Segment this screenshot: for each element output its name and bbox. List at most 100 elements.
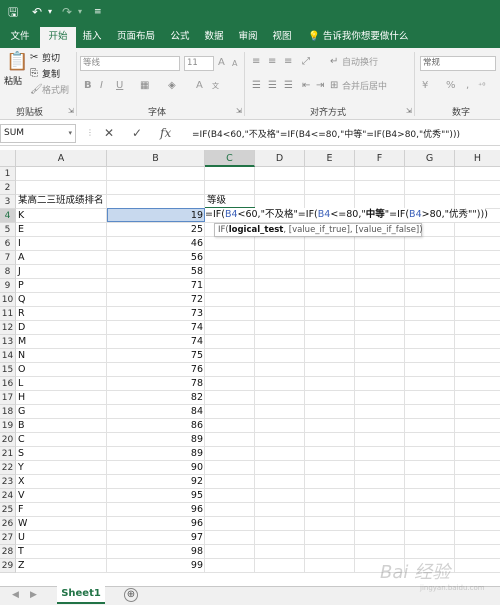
cell-a9[interactable]: P: [18, 279, 24, 293]
cell-b6[interactable]: 46: [107, 237, 203, 251]
row-header-19[interactable]: 19: [0, 419, 16, 433]
insert-function-icon[interactable]: fx: [160, 126, 171, 140]
italic-button[interactable]: I: [100, 80, 103, 92]
cell-a27[interactable]: U: [18, 531, 25, 545]
wrap-text-button[interactable]: 自动换行: [342, 57, 378, 69]
cell-a22[interactable]: Y: [18, 461, 24, 475]
fill-color-icon[interactable]: ◈: [168, 80, 176, 92]
cell-b23[interactable]: 92: [107, 475, 203, 489]
name-box[interactable]: SUM ▾: [0, 124, 76, 143]
cell-a16[interactable]: L: [18, 377, 23, 391]
row-header-6[interactable]: 6: [0, 237, 16, 251]
select-all-corner[interactable]: [0, 150, 16, 167]
cell-a7[interactable]: A: [18, 251, 25, 265]
row-header-8[interactable]: 8: [0, 265, 16, 279]
increase-decimal-icon[interactable]: ⁺⁰: [478, 80, 485, 92]
cell-b7[interactable]: 56: [107, 251, 203, 265]
row-header-18[interactable]: 18: [0, 405, 16, 419]
cell-b5[interactable]: 25: [107, 223, 203, 237]
cell-b17[interactable]: 82: [107, 391, 203, 405]
name-box-dropdown-icon[interactable]: ▾: [68, 125, 72, 142]
redo-icon[interactable]: ↷: [62, 4, 72, 20]
cell-a10[interactable]: Q: [18, 293, 25, 307]
cell-b26[interactable]: 96: [107, 517, 203, 531]
column-header-d[interactable]: D: [255, 150, 305, 167]
comma-button[interactable]: ,: [466, 80, 469, 92]
row-header-21[interactable]: 21: [0, 447, 16, 461]
align-left-icon[interactable]: ☰: [252, 80, 261, 92]
function-tooltip[interactable]: IF(logical_test, [value_if_true], [value…: [214, 223, 423, 237]
cell-b19[interactable]: 86: [107, 419, 203, 433]
align-bottom-icon[interactable]: ≡: [284, 56, 292, 68]
row-header-3[interactable]: 3: [0, 195, 16, 209]
outdent-icon[interactable]: ⇥: [316, 80, 324, 92]
save-icon[interactable]: 🖫: [8, 4, 18, 20]
font-launcher-icon[interactable]: ⇲: [236, 107, 242, 115]
cell-b13[interactable]: 74: [107, 335, 203, 349]
cell-a28[interactable]: T: [18, 545, 24, 559]
font-name-box[interactable]: 等线: [80, 56, 180, 71]
tab-home[interactable]: 开始: [40, 27, 76, 48]
cell-b29[interactable]: 99: [107, 559, 203, 573]
redo-dropdown-icon[interactable]: ▾: [78, 4, 82, 20]
tab-review[interactable]: 审阅: [234, 27, 262, 48]
row-header-27[interactable]: 27: [0, 531, 16, 545]
cell-b27[interactable]: 97: [107, 531, 203, 545]
tell-me-box[interactable]: 💡 告诉我你想要做什么: [308, 27, 408, 46]
cell-b11[interactable]: 73: [107, 307, 203, 321]
column-header-g[interactable]: G: [405, 150, 455, 167]
row-header-5[interactable]: 5: [0, 223, 16, 237]
phonetic-icon[interactable]: 文: [212, 80, 219, 92]
border-icon[interactable]: ▦: [140, 80, 149, 92]
tab-insert[interactable]: 插入: [78, 27, 106, 48]
row-header-25[interactable]: 25: [0, 503, 16, 517]
row-header-24[interactable]: 24: [0, 489, 16, 503]
cell-a13[interactable]: M: [18, 335, 26, 349]
row-header-14[interactable]: 14: [0, 349, 16, 363]
row-header-20[interactable]: 20: [0, 433, 16, 447]
cell-a21[interactable]: S: [18, 447, 24, 461]
cell-b8[interactable]: 58: [107, 265, 203, 279]
format-painter-button[interactable]: 格式刷: [42, 85, 69, 97]
column-header-e[interactable]: E: [305, 150, 355, 167]
cell-b28[interactable]: 98: [107, 545, 203, 559]
cell-a19[interactable]: B: [18, 419, 25, 433]
cell-a5[interactable]: E: [18, 223, 24, 237]
align-right-icon[interactable]: ☰: [284, 80, 293, 92]
tab-view[interactable]: 视图: [268, 27, 296, 48]
row-header-11[interactable]: 11: [0, 307, 16, 321]
cell-b15[interactable]: 76: [107, 363, 203, 377]
cell-a11[interactable]: R: [18, 307, 25, 321]
undo-dropdown-icon[interactable]: ▾: [48, 4, 52, 20]
indent-icon[interactable]: ⇤: [302, 80, 310, 92]
merge-center-button[interactable]: 合并后居中: [342, 81, 387, 93]
clipboard-launcher-icon[interactable]: ⇲: [68, 107, 74, 115]
cancel-icon[interactable]: ✕: [104, 126, 114, 140]
row-header-17[interactable]: 17: [0, 391, 16, 405]
cell-a3[interactable]: 某高二三班成绩排名: [18, 194, 104, 208]
bold-button[interactable]: B: [84, 80, 92, 92]
merge-icon[interactable]: ⊞: [330, 80, 338, 92]
paste-label[interactable]: 粘贴: [4, 76, 22, 88]
column-header-b[interactable]: B: [107, 150, 205, 167]
row-header-26[interactable]: 26: [0, 517, 16, 531]
paste-icon[interactable]: 📋: [6, 52, 28, 72]
cell-b18[interactable]: 84: [107, 405, 203, 419]
underline-button[interactable]: U: [116, 80, 123, 92]
align-center-icon[interactable]: ☰: [268, 80, 277, 92]
tab-formulas[interactable]: 公式: [166, 27, 194, 48]
cell-c3[interactable]: 等级: [207, 194, 226, 208]
cell-a26[interactable]: W: [18, 517, 27, 531]
align-middle-icon[interactable]: ≡: [268, 56, 276, 68]
tooltip-arg-current[interactable]: logical_test: [229, 225, 284, 235]
cell-a4[interactable]: K: [18, 209, 24, 223]
prev-sheet-icon[interactable]: ◀: [12, 590, 19, 600]
row-header-15[interactable]: 15: [0, 363, 16, 377]
copy-icon[interactable]: ⎘: [30, 68, 38, 80]
row-header-2[interactable]: 2: [0, 181, 16, 195]
add-sheet-icon[interactable]: ⊕: [124, 588, 138, 602]
cell-b22[interactable]: 90: [107, 461, 203, 475]
row-header-29[interactable]: 29: [0, 559, 16, 573]
alignment-launcher-icon[interactable]: ⇲: [406, 107, 412, 115]
row-header-16[interactable]: 16: [0, 377, 16, 391]
